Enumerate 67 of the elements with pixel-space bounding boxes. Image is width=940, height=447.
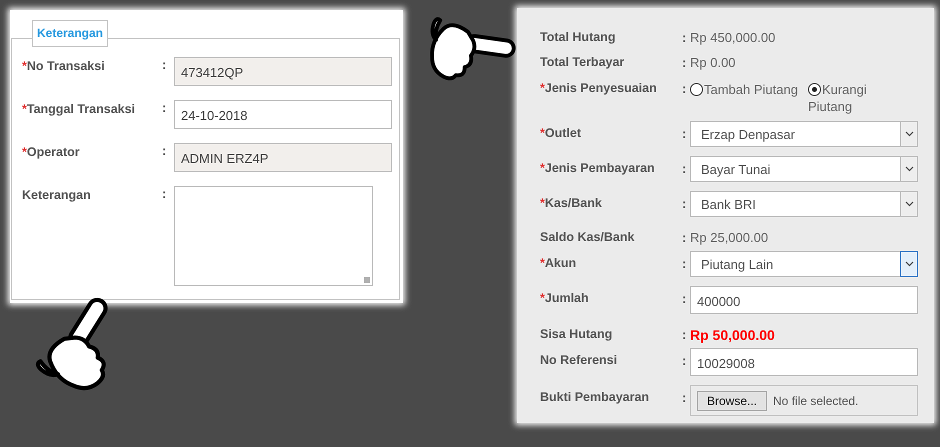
chevron-down-icon [900, 192, 917, 216]
radio-option[interactable]: Tambah Piutang [690, 81, 798, 98]
field-label: No Referensi [540, 353, 618, 367]
required-mark: * [22, 145, 27, 159]
input-field[interactable]: 24-10-2018 [174, 100, 392, 129]
colon: : [682, 125, 688, 143]
field-label: Bukti Pembayaran [540, 390, 650, 404]
field-label: Akun [544, 256, 576, 270]
field-label: Keterangan [22, 188, 91, 202]
input-field[interactable]: 400000 [690, 286, 918, 314]
fieldset-legend: Keterangan [32, 20, 108, 47]
value-text: Rp 50,000.00 [690, 326, 775, 345]
input-field[interactable]: 10029008 [690, 348, 918, 376]
field-label: Jenis Pembayaran [544, 161, 655, 175]
radio-button[interactable] [690, 83, 703, 96]
chevron-down-icon [900, 122, 917, 146]
colon: : [682, 29, 688, 47]
colon: : [682, 160, 688, 178]
dropdown[interactable]: Erzap Denpasar [690, 121, 918, 147]
dropdown[interactable]: Piutang Lain [690, 251, 918, 277]
value-text: Rp 0.00 [690, 54, 736, 72]
required-mark: * [540, 126, 545, 140]
input-field[interactable]: 473412QP [174, 57, 392, 86]
field-label: Saldo Kas/Bank [540, 230, 634, 244]
file-status-text: No file selected. [773, 394, 858, 408]
dropdown[interactable]: Bayar Tunai [690, 156, 918, 182]
colon: : [682, 195, 688, 213]
input-field[interactable]: ADMIN ERZ4P [174, 143, 392, 172]
dropdown[interactable]: Bank BRI [690, 191, 918, 217]
value-text: Rp 450,000.00 [690, 29, 776, 47]
colon: : [162, 57, 168, 74]
field-label: Kas/Bank [544, 196, 602, 210]
field-label: Sisa Hutang [540, 327, 612, 341]
colon: : [162, 143, 168, 160]
required-mark: * [540, 161, 545, 175]
chevron-down-icon [900, 251, 918, 277]
file-input[interactable]: Browse... No file selected. [690, 385, 918, 416]
required-mark: * [540, 196, 545, 210]
required-mark: * [22, 59, 27, 73]
field-label: No Transaksi [26, 59, 105, 73]
chevron-down-icon [900, 157, 917, 181]
field-label: Outlet [544, 126, 581, 140]
required-mark: * [22, 102, 27, 116]
colon: : [682, 326, 688, 344]
field-label: Jumlah [544, 291, 589, 305]
colon: : [682, 255, 688, 273]
radio-button[interactable] [808, 83, 821, 96]
radio-option[interactable]: Kurangi Piutang [808, 81, 878, 115]
field-label: Tanggal Transaksi [26, 102, 136, 116]
colon: : [682, 352, 688, 370]
colon: : [162, 100, 168, 117]
colon: : [682, 290, 688, 308]
colon: : [682, 229, 688, 247]
colon: : [682, 80, 688, 98]
colon: : [682, 389, 688, 407]
field-label: Total Hutang [540, 30, 616, 44]
required-mark: * [540, 81, 545, 95]
field-label: Total Terbayar [540, 55, 624, 69]
field-label: Operator [26, 145, 80, 159]
resize-grip-icon [364, 277, 370, 283]
colon: : [682, 54, 688, 72]
required-mark: * [540, 291, 545, 305]
value-text: Rp 25,000.00 [690, 229, 768, 247]
required-mark: * [540, 256, 545, 270]
field-label: Jenis Penyesuaian [544, 81, 657, 95]
browse-button[interactable]: Browse... [697, 390, 768, 410]
colon: : [162, 186, 168, 203]
